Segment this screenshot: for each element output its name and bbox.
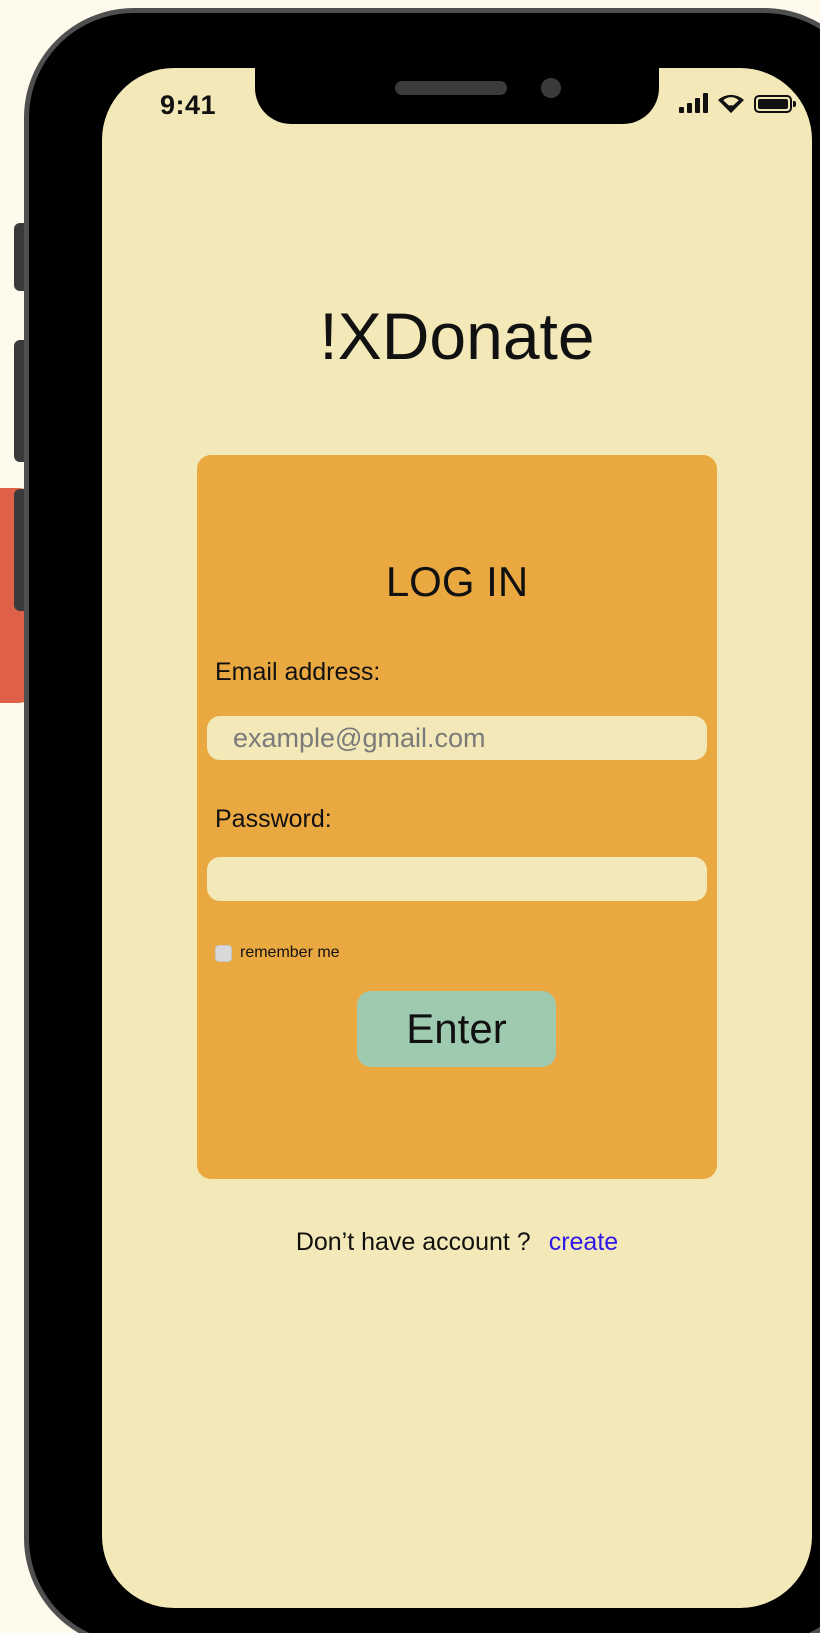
status-icons	[679, 92, 796, 113]
remember-me-label: remember me	[240, 944, 340, 961]
remember-me-checkbox[interactable]	[215, 944, 232, 962]
login-title: LOG IN	[385, 558, 529, 605]
page: 9:41 !XDonate LOG IN Email address: exam…	[0, 0, 820, 1633]
notch	[255, 68, 659, 124]
remember-me-row[interactable]: remember me	[215, 944, 340, 962]
battery-icon	[754, 95, 796, 113]
app-title: !XDonate	[319, 299, 595, 373]
speaker-grille	[395, 81, 507, 95]
status-time: 9:41	[160, 90, 217, 120]
email-label: Email address:	[215, 658, 381, 686]
password-input[interactable]	[207, 857, 707, 901]
wifi-icon	[718, 94, 744, 113]
front-camera	[541, 78, 561, 98]
phone-screen: 9:41 !XDonate LOG IN Email address: exam…	[102, 68, 812, 1608]
phone-frame: 9:41 !XDonate LOG IN Email address: exam…	[24, 8, 820, 1633]
signup-prompt: Don’t have account ? create	[102, 1228, 812, 1257]
enter-button[interactable]: Enter	[357, 991, 556, 1067]
cellular-signal-icon	[679, 93, 708, 113]
create-account-link[interactable]: create	[549, 1228, 618, 1256]
login-card: LOG IN Email address: Password: remember…	[197, 455, 717, 1179]
password-label: Password:	[215, 805, 332, 833]
email-input[interactable]	[207, 716, 707, 760]
signup-prompt-text: Don’t have account ?	[295, 1228, 531, 1256]
